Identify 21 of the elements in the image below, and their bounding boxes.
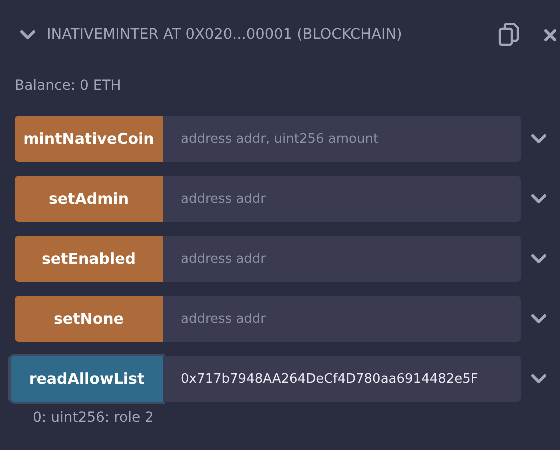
expand-chevron-icon[interactable] — [531, 134, 547, 144]
expand-chevron-icon[interactable] — [531, 374, 547, 384]
function-button[interactable]: mintNativeCoin — [15, 116, 163, 162]
argument-field[interactable]: address addr — [163, 176, 521, 222]
copy-icon[interactable] — [498, 23, 520, 47]
function-button[interactable]: setNone — [15, 296, 163, 342]
expand-chevron-icon[interactable] — [531, 194, 547, 204]
output-text: 0: uint256: role 2 — [33, 410, 155, 426]
collapse-chevron-icon[interactable] — [20, 30, 36, 40]
argument-field[interactable]: address addr — [163, 236, 521, 282]
function-button[interactable]: setEnabled — [15, 236, 163, 282]
argument-field[interactable]: address addr — [163, 296, 521, 342]
argument-field[interactable]: address addr, uint256 amount — [163, 116, 521, 162]
expand-chevron-icon[interactable] — [531, 254, 547, 264]
expand-chevron-icon[interactable] — [531, 314, 547, 324]
close-icon[interactable] — [544, 28, 557, 42]
function-button[interactable]: setAdmin — [15, 176, 163, 222]
function-button[interactable]: readAllowList — [11, 356, 163, 402]
argument-field[interactable]: 0x717b7948AA264DeCf4D780aa6914482e5F — [163, 356, 521, 402]
balance-text: Balance: 0 ETH — [15, 78, 122, 94]
contract-title: INATIVEMINTER AT 0X020...00001 (BLOCKCHAIN) — [47, 27, 402, 43]
